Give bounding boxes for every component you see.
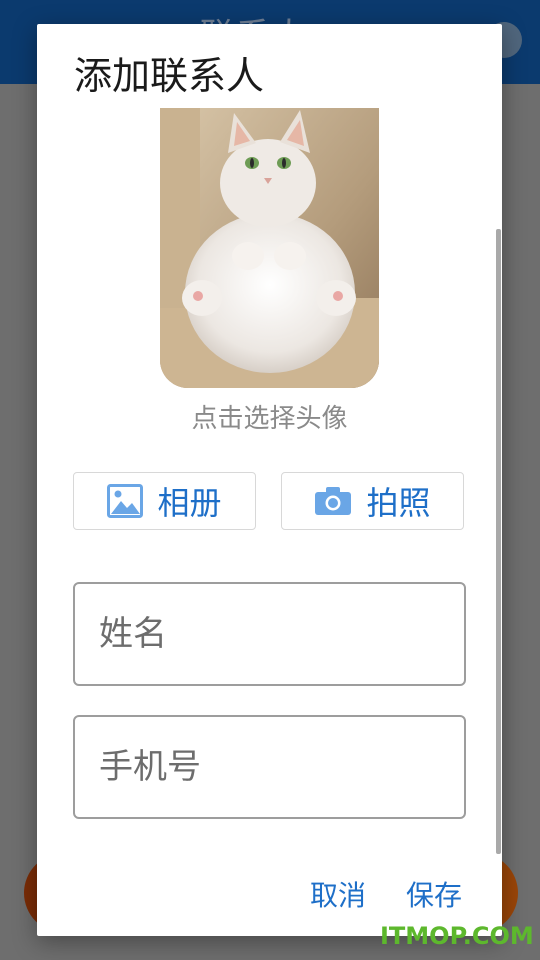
avatar-caption: 点击选择头像 — [191, 404, 348, 434]
camera-label: 拍照 — [366, 484, 431, 522]
camera-icon — [314, 486, 352, 516]
image-icon — [107, 484, 144, 518]
add-contact-dialog: 添加联系人 点击选择头像 相册 拍照 姓名 手机号 取消 保存 — [37, 24, 502, 936]
phone-field[interactable] — [73, 715, 466, 819]
save-button[interactable]: 保存 — [406, 874, 462, 914]
album-label: 相册 — [157, 484, 222, 522]
name-field[interactable] — [73, 582, 466, 686]
watermark: ITMOP.COM — [380, 922, 534, 950]
scrollbar[interactable] — [496, 229, 501, 854]
cat-avatar-image — [160, 108, 379, 388]
camera-button[interactable]: 拍照 — [281, 472, 464, 530]
dialog-title: 添加联系人 — [74, 54, 265, 98]
album-button[interactable]: 相册 — [73, 472, 256, 530]
name-input[interactable] — [75, 584, 464, 684]
phone-input[interactable] — [75, 717, 464, 817]
avatar-picker[interactable] — [160, 108, 379, 388]
cancel-button[interactable]: 取消 — [310, 874, 366, 914]
